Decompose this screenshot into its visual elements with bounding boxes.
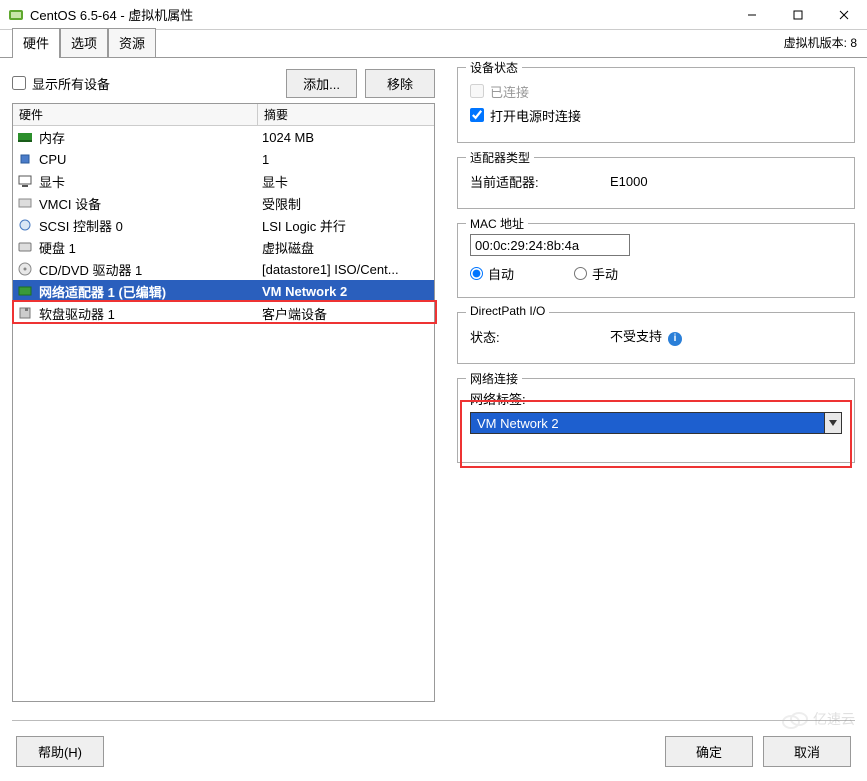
show-all-devices-input[interactable] (12, 76, 26, 90)
title-bar: CentOS 6.5-64 - 虚拟机属性 (0, 0, 867, 30)
tab-options[interactable]: 选项 (60, 28, 108, 57)
connect-at-poweron-input[interactable] (470, 108, 484, 122)
window-title: CentOS 6.5-64 - 虚拟机属性 (30, 5, 729, 24)
cpu-icon (17, 151, 33, 167)
adapter-type-legend: 适配器类型 (466, 149, 534, 166)
current-adapter-label: 当前适配器: (470, 172, 610, 191)
chevron-down-icon[interactable] (824, 413, 841, 433)
adapter-type-group: 适配器类型 当前适配器: E1000 (457, 157, 855, 209)
mac-address-legend: MAC 地址 (466, 215, 528, 232)
cd-icon (17, 261, 33, 277)
bottom-bar: 帮助(H) 确定 取消 (0, 731, 867, 771)
tab-resources[interactable]: 资源 (108, 28, 156, 57)
table-row[interactable]: 显卡 显卡 (13, 170, 434, 192)
directpath-status-label: 状态: (470, 327, 610, 346)
show-all-devices-checkbox[interactable]: 显示所有设备 (12, 74, 110, 93)
main-area: 显示所有设备 添加... 移除 硬件 摘要 内存 1024 MB CPU 1 (0, 57, 867, 702)
table-row[interactable]: 硬盘 1 虚拟磁盘 (13, 236, 434, 258)
minimize-button[interactable] (729, 0, 775, 30)
watermark: 亿速云 (781, 709, 855, 729)
right-pane: 设备状态 已连接 打开电源时连接 适配器类型 当前适配器: E1000 (447, 67, 855, 702)
network-label-value: VM Network 2 (471, 416, 824, 431)
hardware-table-body: 内存 1024 MB CPU 1 显卡 显卡 VMCI 设备 受限制 SCSI … (13, 126, 434, 701)
network-label-select[interactable]: VM Network 2 (470, 412, 842, 434)
mac-manual-radio[interactable]: 手动 (574, 264, 618, 283)
floppy-icon (17, 305, 33, 321)
col-hardware[interactable]: 硬件 (13, 104, 258, 126)
col-summary[interactable]: 摘要 (258, 104, 434, 126)
directpath-legend: DirectPath I/O (466, 304, 549, 318)
nic-icon (17, 283, 33, 299)
info-icon[interactable]: i (668, 332, 682, 346)
table-row[interactable]: 内存 1024 MB (13, 126, 434, 148)
mac-address-input[interactable] (470, 234, 630, 256)
directpath-group: DirectPath I/O 状态: 不受支持i (457, 312, 855, 364)
bottom-divider (12, 720, 855, 721)
ok-button[interactable]: 确定 (665, 736, 753, 767)
network-connection-group: 网络连接 网络标签: VM Network 2 (457, 378, 855, 463)
hardware-table: 硬件 摘要 内存 1024 MB CPU 1 显卡 显卡 VMCI 设备 (12, 103, 435, 702)
cancel-button[interactable]: 取消 (763, 736, 851, 767)
table-row[interactable]: VMCI 设备 受限制 (13, 192, 434, 214)
mac-auto-radio[interactable]: 自动 (470, 264, 514, 283)
connected-checkbox: 已连接 (470, 82, 529, 101)
add-button[interactable]: 添加... (286, 69, 357, 98)
scsi-icon (17, 217, 33, 233)
current-adapter-value: E1000 (610, 174, 842, 189)
mac-address-group: MAC 地址 自动 手动 (457, 223, 855, 298)
video-icon (17, 173, 33, 189)
show-all-devices-label: 显示所有设备 (32, 74, 110, 93)
table-row[interactable]: 软盘驱动器 1 客户端设备 (13, 302, 434, 324)
table-row[interactable]: SCSI 控制器 0 LSI Logic 并行 (13, 214, 434, 236)
connect-at-poweron-checkbox[interactable]: 打开电源时连接 (470, 106, 581, 125)
connected-input (470, 84, 484, 98)
device-status-group: 设备状态 已连接 打开电源时连接 (457, 67, 855, 143)
disk-icon (17, 239, 33, 255)
vmci-icon (17, 195, 33, 211)
app-icon (8, 7, 24, 23)
close-button[interactable] (821, 0, 867, 30)
tab-hardware[interactable]: 硬件 (12, 28, 60, 57)
hardware-table-header: 硬件 摘要 (13, 104, 434, 126)
remove-button[interactable]: 移除 (365, 69, 435, 98)
table-row[interactable]: 网络适配器 1 (已编辑) VM Network 2 (13, 280, 434, 302)
left-top-controls: 显示所有设备 添加... 移除 (12, 67, 435, 103)
left-pane: 显示所有设备 添加... 移除 硬件 摘要 内存 1024 MB CPU 1 (12, 67, 447, 702)
network-label-text: 网络标签: (470, 389, 842, 408)
tabs-row: 硬件 选项 资源 虚拟机版本: 8 (0, 30, 867, 57)
window-controls (729, 0, 867, 30)
directpath-status-value: 不受支持i (610, 326, 842, 346)
help-button[interactable]: 帮助(H) (16, 736, 104, 767)
maximize-button[interactable] (775, 0, 821, 30)
table-row[interactable]: CPU 1 (13, 148, 434, 170)
network-connection-legend: 网络连接 (466, 370, 522, 387)
device-status-legend: 设备状态 (466, 59, 522, 76)
memory-icon (17, 129, 33, 145)
table-row[interactable]: CD/DVD 驱动器 1 [datastore1] ISO/Cent... (13, 258, 434, 280)
vm-version-text: 虚拟机版本: 8 (784, 34, 857, 53)
